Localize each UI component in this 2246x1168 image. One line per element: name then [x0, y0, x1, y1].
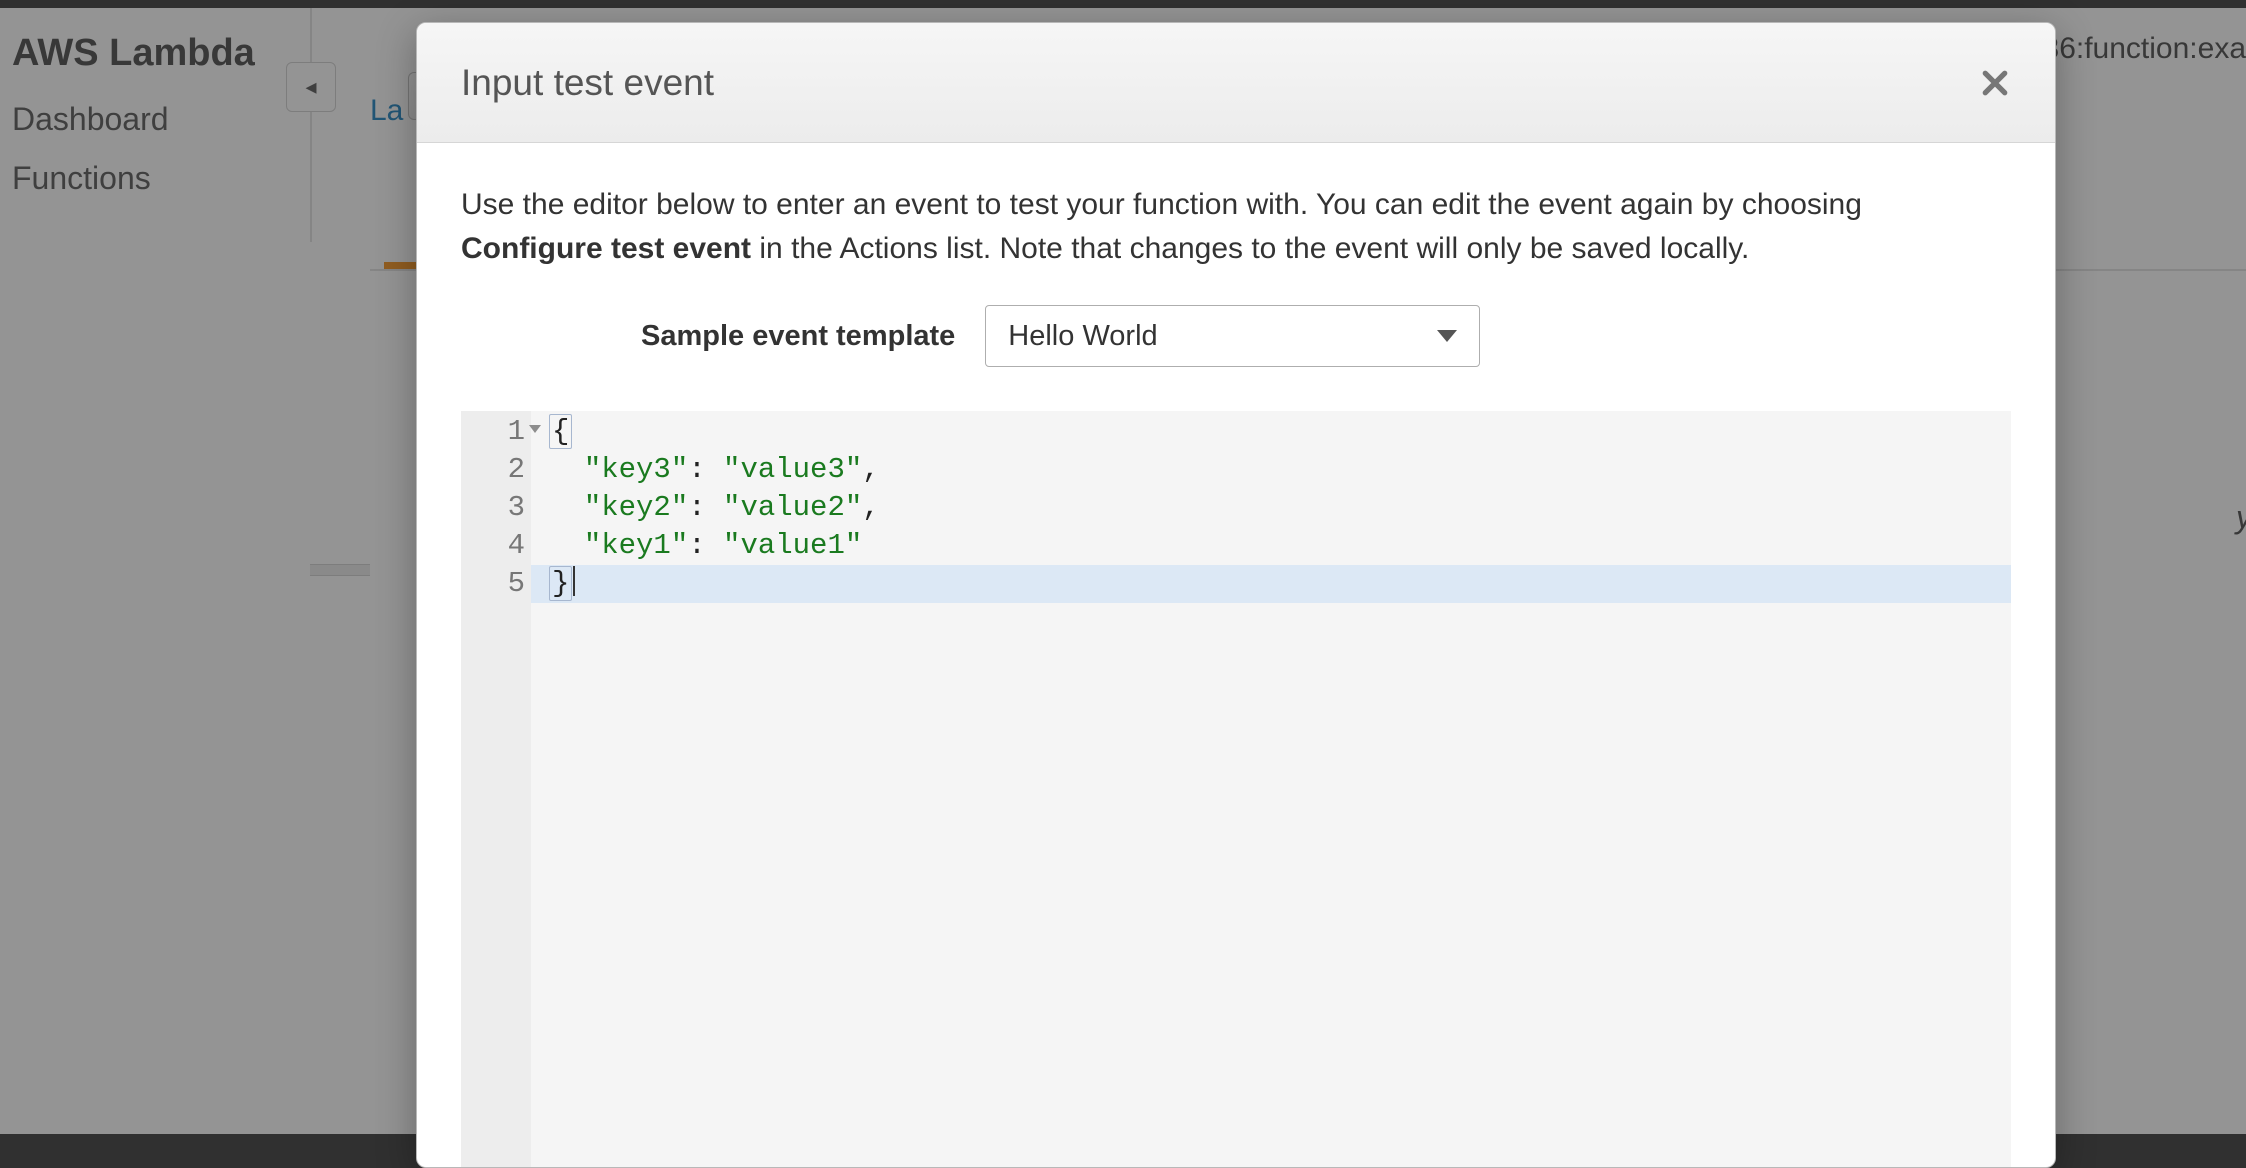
- line-number: 3: [508, 491, 525, 524]
- line-number: 1: [508, 415, 525, 448]
- dialog-description: Use the editor below to enter an event t…: [461, 183, 2011, 271]
- line-number: 5: [508, 567, 525, 600]
- line-number: 2: [508, 453, 525, 486]
- code-line[interactable]: "key2": "value2",: [531, 489, 2011, 527]
- input-test-event-dialog: Input test event Use the editor below to…: [416, 22, 2056, 1168]
- chevron-down-icon: [1437, 330, 1457, 342]
- dialog-body: Use the editor below to enter an event t…: [417, 143, 2055, 1167]
- dialog-title: Input test event: [461, 62, 714, 104]
- sample-template-selected: Hello World: [1008, 320, 1157, 353]
- editor-gutter: 1 2 3 4 5: [461, 411, 531, 1167]
- close-button[interactable]: [1975, 63, 2015, 103]
- code-line[interactable]: }: [531, 565, 2011, 603]
- json-editor[interactable]: 1 2 3 4 5 { "key3": "value3", "key2": "v…: [461, 411, 2011, 1167]
- dialog-header: Input test event: [417, 23, 2055, 143]
- editor-code-area[interactable]: { "key3": "value3", "key2": "value2", "k…: [531, 411, 2011, 1167]
- sample-template-row: Sample event template Hello World: [641, 305, 2011, 367]
- sample-template-select[interactable]: Hello World: [985, 305, 1480, 367]
- code-line[interactable]: "key1": "value1": [531, 527, 2011, 565]
- dialog-description-pre: Use the editor below to enter an event t…: [461, 188, 1862, 221]
- dialog-description-bold: Configure test event: [461, 232, 751, 265]
- dialog-description-post: in the Actions list. Note that changes t…: [751, 232, 1749, 265]
- code-line[interactable]: "key3": "value3",: [531, 451, 2011, 489]
- sample-template-label: Sample event template: [641, 320, 955, 353]
- code-line[interactable]: {: [531, 413, 2011, 451]
- line-number: 4: [508, 529, 525, 562]
- close-icon: [1982, 70, 2008, 96]
